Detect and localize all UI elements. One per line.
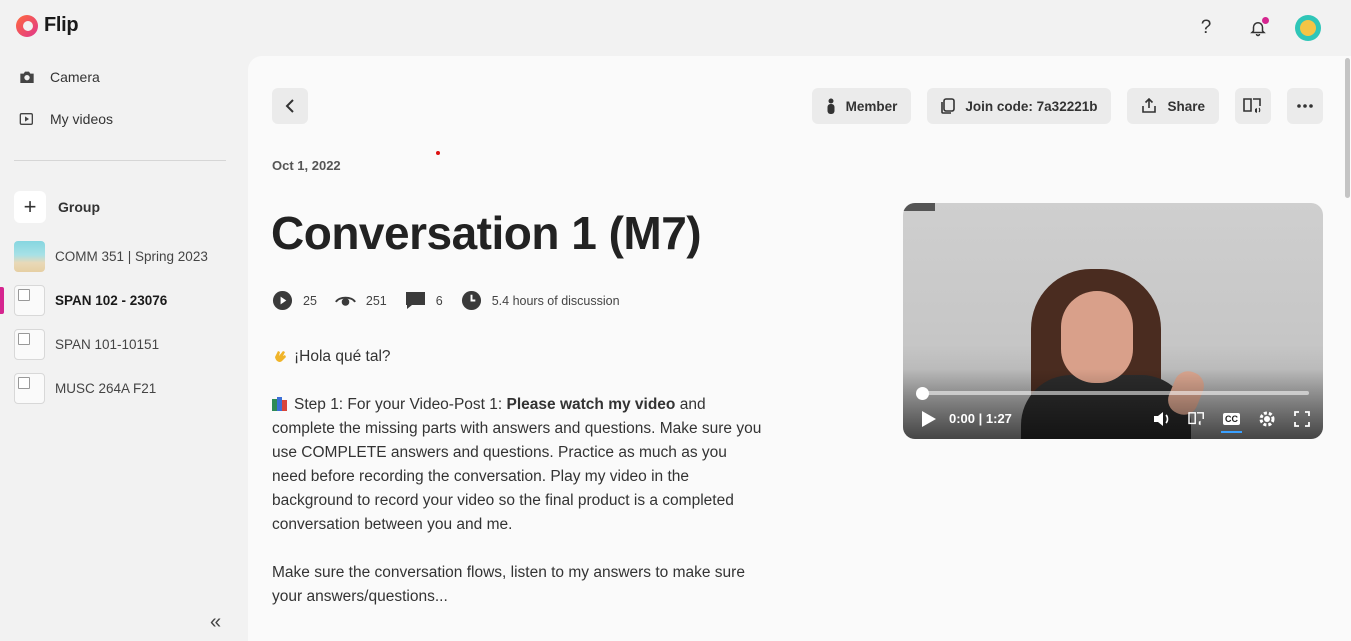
closed-captions-button[interactable]: CC <box>1221 409 1242 433</box>
step1-bold: Please watch my video <box>506 396 676 413</box>
sidebar: Camera My videos + Group COMM 351 | Spri… <box>0 56 248 641</box>
greeting-paragraph: ¡Hola qué tal? <box>272 345 762 369</box>
plus-icon: + <box>14 191 46 223</box>
immersive-reader-icon[interactable] <box>1187 409 1206 428</box>
video-edge <box>903 203 935 211</box>
group-thumbnail <box>14 373 45 404</box>
group-label: SPAN 101-10151 <box>55 337 160 352</box>
group-thumbnail <box>14 329 45 360</box>
video-controls: 0:00 | 1:27 CC <box>919 409 1311 433</box>
help-button[interactable]: ? <box>1191 13 1221 43</box>
volume-icon[interactable] <box>1152 409 1171 428</box>
immersive-reader-icon <box>1243 98 1261 113</box>
discussion-time: 5.4 hours of discussion <box>491 293 620 308</box>
views-count: 251 <box>365 293 387 308</box>
flip-logo[interactable]: Flip <box>16 14 79 37</box>
clock-icon <box>461 290 482 311</box>
sidebar-item-label: Camera <box>50 69 100 85</box>
top-bar: Flip ? <box>0 0 1351 56</box>
topic-panel: Member Join code: 7a32221b Share Oct 1, … <box>248 56 1351 641</box>
video-icon <box>18 110 36 128</box>
sidebar-group-span-102[interactable]: SPAN 102 - 23076 <box>14 285 167 316</box>
flip-logo-icon <box>16 14 38 37</box>
person-icon <box>827 98 835 114</box>
comments-stat: 6 <box>405 290 443 311</box>
avatar-emoji-icon <box>1300 20 1316 36</box>
page-title: Conversation 1 (M7) <box>271 207 702 259</box>
sidebar-item-my-videos[interactable]: My videos <box>18 110 113 128</box>
back-button[interactable] <box>272 88 308 124</box>
sidebar-item-camera[interactable]: Camera <box>18 68 100 86</box>
group-thumbnail <box>14 285 45 316</box>
group-label: SPAN 102 - 23076 <box>55 293 168 308</box>
eye-icon <box>335 290 356 311</box>
cursor-dot <box>436 151 440 155</box>
cc-icon: CC <box>1223 412 1240 425</box>
join-code-button[interactable]: Join code: 7a32221b <box>927 88 1112 124</box>
views-stat: 251 <box>335 290 387 311</box>
fullscreen-icon[interactable] <box>1292 409 1311 428</box>
active-indicator <box>0 287 4 314</box>
help-icon: ? <box>1200 17 1212 38</box>
responses-count: 25 <box>303 293 317 308</box>
scrollbar-thumb[interactable] <box>1345 58 1350 198</box>
notification-dot <box>1262 17 1269 24</box>
books-icon <box>272 397 287 411</box>
responses-stat: 25 <box>272 290 317 311</box>
group-thumbnail <box>14 241 45 272</box>
page-scrollbar[interactable] <box>1343 56 1351 641</box>
video-time: 0:00 | 1:27 <box>949 411 1012 426</box>
share-button[interactable]: Share <box>1127 88 1219 124</box>
immersive-reader-button[interactable] <box>1235 88 1271 124</box>
discussion-stat: 5.4 hours of discussion <box>461 290 620 311</box>
camera-icon <box>18 68 36 86</box>
sidebar-group-musc-264a[interactable]: MUSC 264A F21 <box>14 373 156 404</box>
topic-date: Oct 1, 2022 <box>272 158 341 173</box>
add-group-label: Group <box>58 199 100 215</box>
sidebar-divider <box>14 160 226 161</box>
sidebar-item-label: My videos <box>50 111 114 127</box>
step1-paragraph: Step 1: For your Video-Post 1: Please wa… <box>272 393 762 537</box>
notifications-button[interactable] <box>1243 13 1273 43</box>
share-icon <box>1142 98 1157 113</box>
topic-description: ¡Hola qué tal? Step 1: For your Video-Po… <box>272 345 762 633</box>
collapse-sidebar-button[interactable]: « <box>210 611 221 634</box>
cc-active-indicator <box>1221 431 1242 433</box>
sidebar-group-comm-351[interactable]: COMM 351 | Spring 2023 <box>14 241 208 272</box>
member-button[interactable]: Member <box>811 88 912 124</box>
waving-hand-icon <box>275 351 286 362</box>
video-progress-bar[interactable] <box>923 391 1309 395</box>
step1-rest: and complete the missing parts with answ… <box>272 396 762 533</box>
sidebar-group-span-101[interactable]: SPAN 101-10151 <box>14 329 159 360</box>
play-circle-icon <box>272 290 293 311</box>
join-code-label: Join code: 7a32221b <box>965 98 1098 114</box>
gear-icon[interactable] <box>1257 409 1276 428</box>
video-player[interactable]: 0:00 | 1:27 CC <box>903 203 1323 439</box>
chevron-left-icon <box>285 99 294 113</box>
add-group-button[interactable]: + Group <box>14 191 100 223</box>
video-scrubber[interactable] <box>916 387 929 400</box>
more-icon <box>1297 104 1313 108</box>
comments-count: 6 <box>435 293 443 308</box>
double-chevron-left-icon: « <box>210 611 222 633</box>
step1-prefix: Step 1: For your Video-Post 1: <box>294 396 507 413</box>
video-controls-shade <box>903 369 1323 439</box>
play-icon[interactable] <box>919 410 937 428</box>
comment-icon <box>405 290 426 311</box>
copy-icon <box>941 98 956 114</box>
greeting-text: ¡Hola qué tal? <box>294 348 391 365</box>
app-name: Flip <box>44 14 79 36</box>
group-label: MUSC 264A F21 <box>55 381 157 396</box>
share-label: Share <box>1167 98 1205 114</box>
topic-actions: Member Join code: 7a32221b Share <box>811 88 1323 124</box>
more-options-button[interactable] <box>1287 88 1323 124</box>
flow-paragraph: Make sure the conversation flows, listen… <box>272 564 745 605</box>
topic-stats: 25 251 6 5.4 hours of discussion <box>272 290 638 311</box>
member-label: Member <box>845 98 898 114</box>
group-label: COMM 351 | Spring 2023 <box>55 249 208 264</box>
avatar[interactable] <box>1295 15 1321 41</box>
